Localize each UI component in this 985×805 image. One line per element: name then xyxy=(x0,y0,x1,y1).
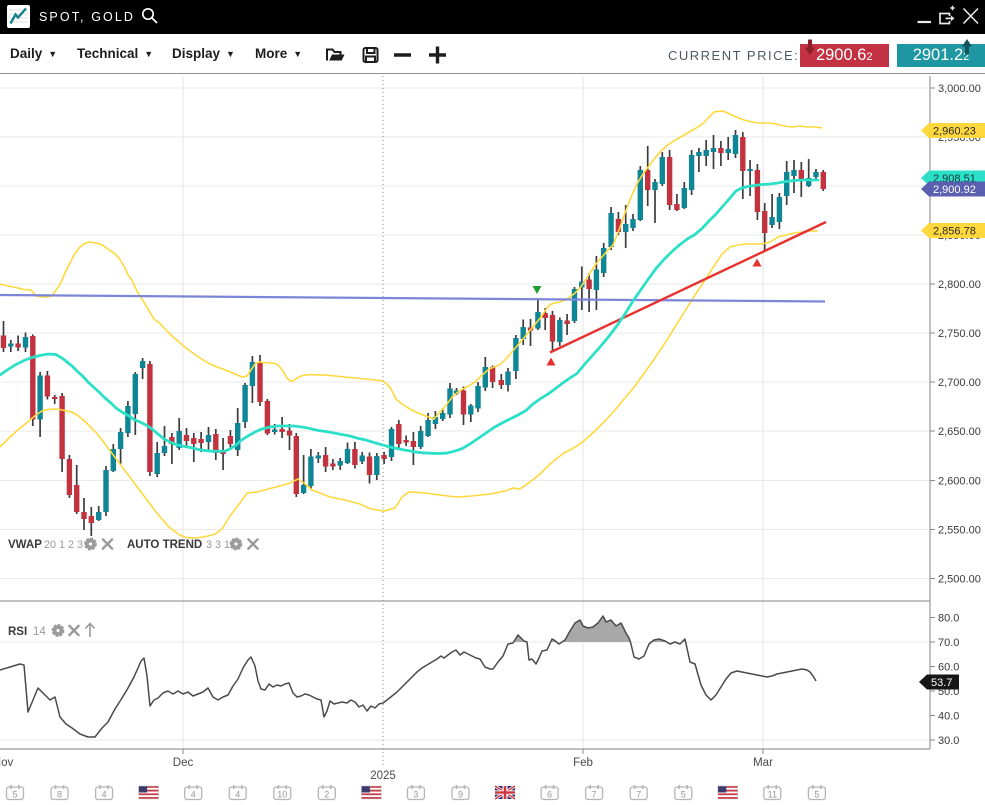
svg-text:9: 9 xyxy=(458,790,463,800)
svg-text:2025: 2025 xyxy=(370,770,396,782)
svg-text:4: 4 xyxy=(191,790,196,800)
svg-text:VWAP: VWAP xyxy=(8,539,42,551)
svg-text:5: 5 xyxy=(12,790,17,800)
svg-text:60.0: 60.0 xyxy=(938,662,959,674)
svg-text:2,900.92: 2,900.92 xyxy=(933,184,976,196)
svg-text:Feb: Feb xyxy=(573,757,593,769)
svg-text:3,000.00: 3,000.00 xyxy=(938,83,981,95)
svg-text:2: 2 xyxy=(324,790,329,800)
svg-text:70.0: 70.0 xyxy=(938,637,959,649)
svg-text:4: 4 xyxy=(102,790,107,800)
svg-text:2,700.00: 2,700.00 xyxy=(938,377,981,389)
svg-text:2,550.00: 2,550.00 xyxy=(938,525,981,537)
svg-text:40.0: 40.0 xyxy=(938,711,959,723)
svg-text:2,500.00: 2,500.00 xyxy=(938,574,981,586)
svg-text:20 1 2 3: 20 1 2 3 xyxy=(44,539,83,551)
svg-text:7: 7 xyxy=(636,790,641,800)
svg-text:11: 11 xyxy=(768,790,777,800)
svg-text:7: 7 xyxy=(592,790,597,800)
svg-text:8: 8 xyxy=(57,790,62,800)
svg-text:2,600.00: 2,600.00 xyxy=(938,476,981,488)
svg-text:3 3 1: 3 3 1 xyxy=(206,539,230,551)
svg-text:5: 5 xyxy=(681,790,686,800)
svg-text:53.7: 53.7 xyxy=(931,677,952,689)
svg-text:5: 5 xyxy=(814,790,819,800)
svg-text:14: 14 xyxy=(33,626,46,638)
svg-text:2,650.00: 2,650.00 xyxy=(938,426,981,438)
svg-text:30.0: 30.0 xyxy=(938,735,959,747)
svg-text:2,750.00: 2,750.00 xyxy=(938,328,981,340)
svg-text:AUTO TREND: AUTO TREND xyxy=(127,539,202,551)
svg-text:Mar: Mar xyxy=(753,757,773,769)
svg-text:Dec: Dec xyxy=(173,757,194,769)
svg-text:3: 3 xyxy=(413,790,418,800)
svg-text:Nov: Nov xyxy=(0,757,13,769)
svg-text:2,960.23: 2,960.23 xyxy=(933,126,976,138)
svg-text:2,800.00: 2,800.00 xyxy=(938,279,981,291)
svg-text:RSI: RSI xyxy=(8,626,27,638)
svg-text:6: 6 xyxy=(547,790,552,800)
svg-text:2,856.78: 2,856.78 xyxy=(933,226,976,238)
svg-text:4: 4 xyxy=(235,790,240,800)
svg-text:10: 10 xyxy=(277,790,287,800)
svg-text:80.0: 80.0 xyxy=(938,613,959,625)
